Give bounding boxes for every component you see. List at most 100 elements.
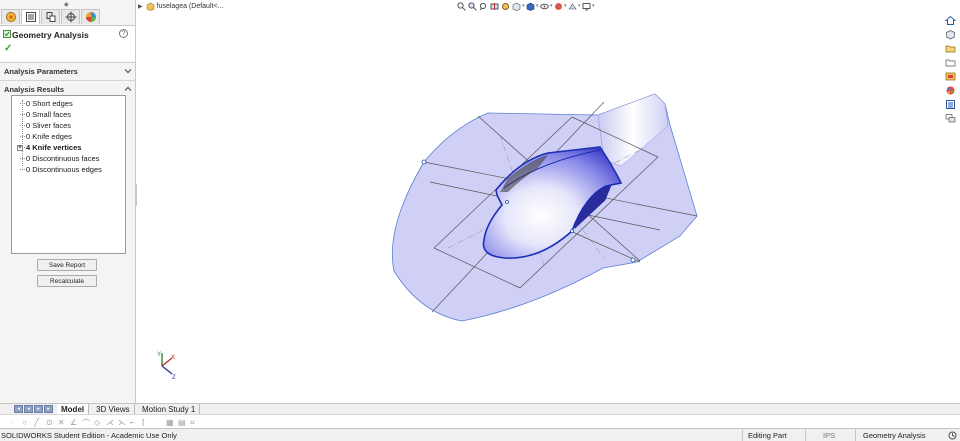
property-manager-tab[interactable]	[21, 9, 40, 24]
geometry-analysis-icon	[3, 30, 11, 38]
apply-scene-icon[interactable]	[567, 1, 577, 11]
status-divider	[805, 429, 806, 441]
dropdown-caret-icon[interactable]: ▾	[592, 3, 595, 9]
analysis-results-section[interactable]: Analysis Results	[0, 80, 135, 96]
panel-header: Geometry Analysis ? ✓	[0, 25, 135, 61]
previous-tab-icon[interactable]: ◂	[24, 405, 33, 413]
corner-icon[interactable]: ⌐	[130, 418, 135, 427]
mirror-icon[interactable]: ⋌	[106, 418, 114, 427]
angle-icon[interactable]: ∠	[70, 418, 77, 427]
collapse-handle-icon[interactable]: ◆	[64, 1, 69, 8]
chevron-up-icon[interactable]	[124, 85, 132, 93]
last-tab-icon[interactable]: ▸	[44, 405, 53, 413]
chevron-down-icon[interactable]	[124, 67, 132, 75]
flyout-feature-tree[interactable]: ▶ fuselagea (Default<...	[138, 2, 223, 11]
part-icon	[146, 2, 154, 11]
analysis-parameters-section[interactable]: Analysis Parameters	[0, 62, 135, 78]
first-tab-icon[interactable]: ◂	[14, 405, 23, 413]
result-item-discontinuous-edges[interactable]: 0 Discontinuous edges	[14, 164, 102, 175]
result-item-label: 4 Knife vertices	[26, 143, 82, 152]
3d-content-icon[interactable]	[944, 28, 957, 41]
previous-view-icon[interactable]	[478, 1, 488, 11]
snap-icon[interactable]: ⌗	[190, 418, 195, 428]
rebuild-status-icon[interactable]	[948, 431, 957, 440]
part-name: fuselagea (Default<...	[156, 3, 224, 10]
task-pane	[944, 14, 958, 126]
result-item-short-edges[interactable]: 0 Short edges	[14, 98, 102, 109]
dropdown-caret-icon[interactable]: ▾	[564, 3, 567, 9]
trim-icon[interactable]: ✕	[58, 418, 65, 427]
view-settings-icon[interactable]	[581, 1, 591, 11]
dropdown-caret-icon[interactable]: ▾	[522, 3, 525, 9]
line-sketch-icon[interactable]: ╱	[34, 418, 39, 427]
manager-tabs	[1, 9, 101, 24]
graphics-area[interactable]: Y X Z	[137, 0, 943, 403]
configuration-manager-icon	[46, 12, 55, 22]
zoom-to-fit-icon[interactable]	[456, 1, 466, 11]
status-active-tool: Geometry Analysis	[863, 431, 926, 440]
circle-sketch-icon[interactable]: ○	[22, 418, 27, 427]
edit-appearance-icon[interactable]	[553, 1, 563, 11]
result-item-sliver-faces[interactable]: 0 Sliver faces	[14, 120, 102, 131]
solidworks-window: ◆ Geometry Analysis ? ✓ Analysis Paramet…	[0, 0, 960, 441]
dropdown-caret-icon[interactable]: ▾	[550, 3, 553, 9]
result-item-small-faces[interactable]: 0 Small faces	[14, 109, 102, 120]
status-mode: Editing Part	[748, 431, 787, 440]
feature-manager-tab[interactable]	[1, 9, 20, 24]
expand-arrow-icon[interactable]: ▶	[138, 3, 143, 10]
dropdown-caret-icon[interactable]: ▾	[536, 3, 539, 9]
result-item-knife-vertices[interactable]: + 4 Knife vertices	[14, 142, 102, 153]
display-manager-tab[interactable]	[81, 9, 100, 24]
forum-icon[interactable]	[944, 112, 957, 125]
view-palette-icon[interactable]	[944, 70, 957, 83]
design-library-icon[interactable]	[944, 42, 957, 55]
ok-button[interactable]: ✓	[4, 43, 12, 54]
analysis-results-list: 0 Short edges 0 Small faces 0 Sliver fac…	[11, 95, 126, 254]
save-report-button[interactable]: Save Report	[37, 259, 97, 271]
recalculate-button[interactable]: Recalculate	[37, 275, 97, 287]
status-divider	[742, 429, 743, 441]
svg-text:X: X	[171, 355, 175, 361]
property-manager-icon	[25, 12, 36, 22]
status-edition-text: SOLIDWORKS Student Edition - Academic Us…	[1, 431, 177, 440]
next-tab-icon[interactable]: ▸	[34, 405, 43, 413]
hide-show-icon[interactable]	[539, 1, 549, 11]
analysis-parameters-label: Analysis Parameters	[4, 67, 78, 76]
view-triad: Y X Z	[157, 352, 176, 381]
custom-properties-icon[interactable]	[944, 98, 957, 111]
status-units[interactable]: IPS	[823, 431, 835, 440]
zoom-area-icon[interactable]	[467, 1, 477, 11]
heads-up-view-toolbar: ▾ ▾ ▾ ▾ ▾ ▾	[456, 1, 595, 11]
home-icon[interactable]	[944, 14, 957, 27]
appearances-icon[interactable]	[944, 84, 957, 97]
file-explorer-icon[interactable]	[944, 56, 957, 69]
section-view-icon[interactable]	[489, 1, 499, 11]
table-icon[interactable]: ▤	[178, 418, 186, 427]
status-divider	[855, 429, 856, 441]
feature-manager-icon	[5, 12, 16, 22]
result-item-discontinuous-faces[interactable]: 0 Discontinuous faces	[14, 153, 102, 164]
dropdown-caret-icon[interactable]: ▾	[578, 3, 581, 9]
grid-icon[interactable]: ▦	[166, 418, 174, 427]
dimxpert-icon	[65, 11, 76, 23]
result-item-knife-edges[interactable]: 0 Knife edges	[14, 131, 102, 142]
results-tree: 0 Short edges 0 Small faces 0 Sliver fac…	[14, 98, 102, 175]
view-orientation-icon[interactable]	[511, 1, 521, 11]
panel-title: Geometry Analysis	[12, 30, 89, 40]
configuration-manager-tab[interactable]	[41, 9, 60, 24]
expand-icon[interactable]: +	[17, 145, 23, 151]
help-icon[interactable]: ?	[119, 29, 128, 38]
display-manager-icon	[85, 12, 96, 22]
property-manager-panel: ◆ Geometry Analysis ? ✓ Analysis Paramet…	[0, 0, 136, 403]
dropdown-caret-icon[interactable]: ·	[10, 418, 13, 427]
bracket-icon[interactable]: ⌈	[142, 418, 145, 427]
analysis-results-label: Analysis Results	[4, 85, 65, 94]
point-sketch-icon[interactable]: ⊙	[46, 418, 53, 427]
offset-icon[interactable]: ◇	[94, 418, 100, 427]
dimxpert-manager-tab[interactable]	[61, 9, 80, 24]
model-tabs-bar: ◂ ◂ ▸ ▸ Model 3D Views Motion Study 1	[0, 403, 960, 415]
model-viewport[interactable]: Y X Z	[137, 0, 943, 403]
display-style-icon[interactable]	[525, 1, 535, 11]
pattern-icon[interactable]: ⋋	[118, 418, 126, 427]
dynamic-annotation-icon[interactable]	[500, 1, 510, 11]
